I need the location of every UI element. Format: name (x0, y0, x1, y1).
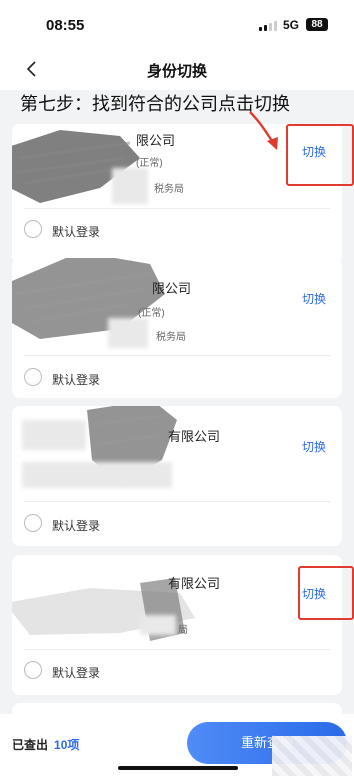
status-bar: 08:55 5G 88 (0, 0, 354, 48)
divider (24, 208, 330, 209)
company-name: 限公司 (136, 133, 176, 148)
redaction-blur (108, 318, 148, 348)
switch-button[interactable]: 切换 (302, 143, 326, 160)
page-title: 身份切换 (146, 63, 207, 80)
default-login-radio[interactable] (24, 368, 42, 386)
divider (24, 355, 330, 356)
redaction-blur (22, 462, 172, 488)
redaction-blur (140, 615, 176, 635)
company-name: 有限公司 (168, 429, 221, 444)
switch-button[interactable]: 切换 (302, 438, 326, 455)
default-login-label: 默认登录 (52, 666, 101, 680)
tax-office: 税务局 (154, 184, 184, 195)
company-name: 有限公司 (168, 576, 221, 591)
signal-icon (259, 21, 277, 31)
result-count: 已查出 10项 (12, 736, 79, 753)
result-count-label: 已查出 (12, 738, 49, 752)
status-time: 08:55 (46, 17, 85, 34)
tax-office: 税务局 (156, 332, 186, 343)
divider (24, 649, 330, 650)
default-login-radio[interactable] (24, 514, 42, 532)
redaction-blur (272, 736, 352, 776)
nav-bar: 身份切换 (0, 48, 354, 90)
company-type: (正常) (138, 308, 165, 319)
switch-button[interactable]: 切换 (302, 585, 326, 602)
default-login-radio[interactable] (24, 220, 42, 238)
divider (24, 501, 330, 502)
battery-icon: 88 (306, 18, 328, 31)
default-login-label: 默认登录 (52, 519, 101, 533)
network-label: 5G (283, 18, 300, 32)
default-login-label: 默认登录 (52, 225, 101, 239)
company-card: 限公司 (正常) 税务局 切换 默认登录 (12, 124, 342, 264)
redaction-blur (22, 420, 86, 450)
company-name: 限公司 (152, 281, 192, 296)
company-card: 有限公司 局 切换 默认登录 (12, 555, 342, 695)
company-type: (正常) (136, 158, 163, 169)
company-card: 有限公司 切换 默认登录 (12, 406, 342, 546)
default-login-radio[interactable] (24, 661, 42, 679)
company-card: 限公司 (正常) 税务局 切换 默认登录 (12, 258, 342, 398)
redaction-blur (112, 168, 148, 204)
pointer-arrow-icon (249, 111, 278, 150)
default-login-label: 默认登录 (52, 373, 101, 387)
result-count-value: 10项 (54, 738, 80, 752)
tax-office: 局 (178, 625, 188, 636)
switch-button[interactable]: 切换 (302, 290, 326, 307)
home-indicator (118, 766, 238, 770)
